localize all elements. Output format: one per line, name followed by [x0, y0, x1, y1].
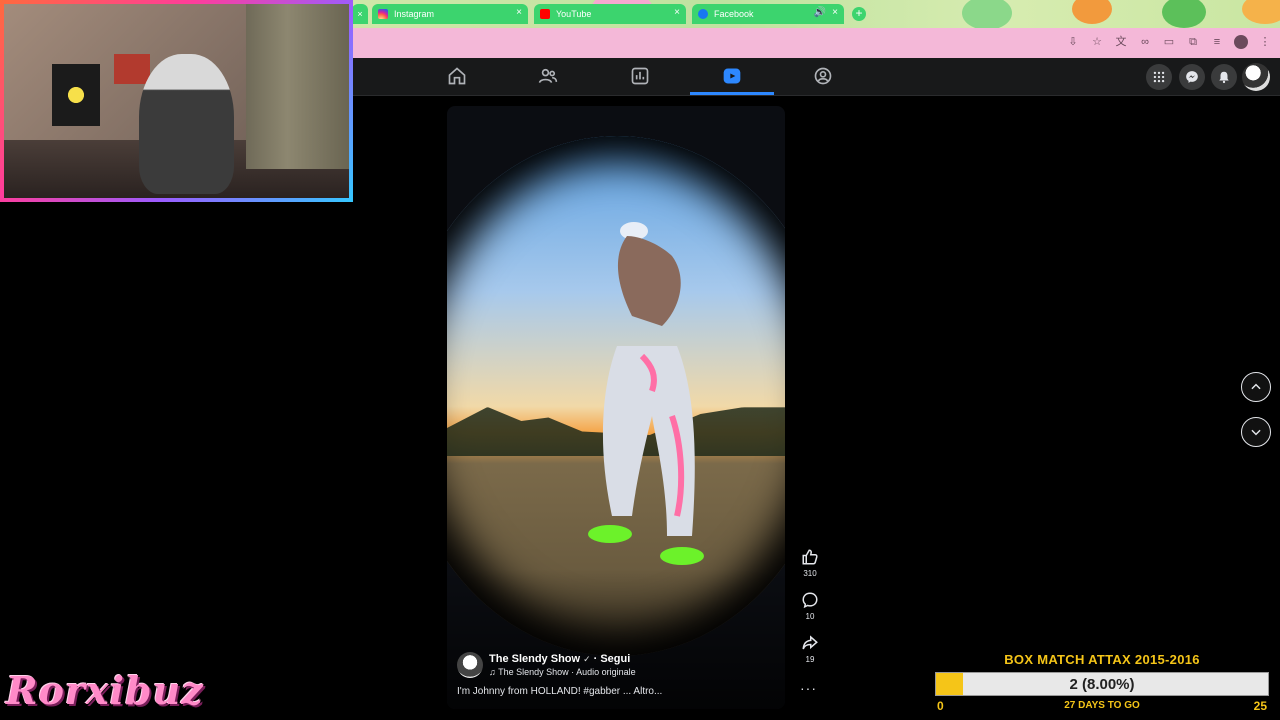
close-icon[interactable]: ×: [516, 7, 522, 18]
facebook-top-nav: [352, 58, 1280, 96]
tab-label: Instagram: [394, 9, 435, 19]
reel-author-row: The Slendy Show ✓ · Segui ♫ The Slendy S…: [457, 652, 775, 678]
messenger-icon[interactable]: [1179, 64, 1205, 90]
audio-playing-icon[interactable]: 🔊: [814, 7, 826, 18]
youtube-icon: [540, 9, 550, 19]
webcam-streamer: [139, 54, 234, 194]
next-reel-button[interactable]: [1241, 417, 1271, 447]
share-count: 19: [805, 655, 815, 664]
link-icon[interactable]: ∞: [1138, 35, 1152, 49]
audio-attribution[interactable]: ♫ The Slendy Show · Audio originale: [489, 667, 636, 677]
reel-caption[interactable]: I'm Johnny from HOLLAND! #gabber ... Alt…: [457, 686, 775, 697]
reel-author-line: The Slendy Show ✓ · Segui: [489, 653, 636, 665]
like-count: 310: [803, 569, 817, 578]
goal-widget: BOX MATCH ATTAX 2015-2016 2 (8.00%) 0 27…: [935, 652, 1269, 718]
reel-actions: 310 10 19: [798, 548, 822, 677]
address-bar[interactable]: ⇩ ☆ 文 ∞ ▭ ⧉ ≡ ⋮: [352, 28, 1280, 58]
reader-icon[interactable]: ▭: [1162, 35, 1176, 49]
goal-current-value: 2 (8.00%): [1069, 676, 1135, 693]
tab-strip-decoration: [962, 0, 1012, 28]
goal-footer: 0 27 DAYS TO GO 25: [935, 699, 1269, 713]
screen: × Instagram × YouTube × Facebook 🔊 × + ⇩…: [0, 0, 1280, 720]
install-icon[interactable]: ⇩: [1066, 35, 1080, 49]
profile-icon[interactable]: [1234, 35, 1248, 49]
webcam-video: [4, 4, 349, 198]
tab-youtube[interactable]: YouTube ×: [534, 4, 686, 24]
address-bar-actions: ⇩ ☆ 文 ∞ ▭ ⧉ ≡ ⋮: [1066, 35, 1272, 49]
webcam-overlay: [0, 0, 353, 202]
webcam-poster: [52, 64, 100, 126]
notifications-icon[interactable]: [1211, 64, 1237, 90]
tab-label: Facebook: [714, 9, 754, 19]
reel-meta: The Slendy Show ✓ · Segui ♫ The Slendy S…: [457, 652, 775, 697]
browser-tab-strip: × Instagram × YouTube × Facebook 🔊 × +: [352, 0, 1280, 28]
goal-days-left: 27 DAYS TO GO: [1064, 700, 1140, 711]
more-options-icon[interactable]: ···: [800, 680, 817, 696]
instagram-icon: [378, 9, 388, 19]
webcam-curtain: [245, 4, 349, 169]
tab-strip-decoration: [1162, 0, 1206, 28]
goal-title: BOX MATCH ATTAX 2015-2016: [1004, 652, 1200, 667]
goal-max: 25: [1253, 699, 1267, 713]
new-tab-button[interactable]: +: [852, 7, 866, 21]
settings-icon[interactable]: ≡: [1210, 35, 1224, 49]
chevron-down-icon: [1251, 429, 1261, 436]
dashboard-icon[interactable]: [630, 66, 650, 86]
verified-badge-icon: ✓: [583, 653, 591, 664]
reel-video[interactable]: The Slendy Show ✓ · Segui ♫ The Slendy S…: [447, 106, 785, 709]
tab-facebook[interactable]: Facebook 🔊 ×: [692, 4, 844, 24]
comment-icon: [802, 592, 818, 609]
close-icon: ×: [357, 9, 363, 19]
friends-icon[interactable]: [538, 66, 558, 86]
page-name[interactable]: The Slendy Show: [489, 653, 580, 665]
comment-count: 10: [805, 612, 815, 621]
translate-icon[interactable]: 文: [1114, 35, 1128, 49]
share-icon: [802, 635, 818, 650]
page-avatar[interactable]: [457, 652, 483, 678]
reels-icon[interactable]: [722, 66, 742, 86]
like-icon: [802, 549, 818, 565]
reel-author-info: The Slendy Show ✓ · Segui ♫ The Slendy S…: [489, 653, 636, 677]
groups-icon[interactable]: [813, 66, 833, 86]
streamer-name: Rorxibuz: [6, 668, 204, 713]
tab-label: YouTube: [556, 9, 592, 19]
comment-button[interactable]: 10: [798, 591, 822, 634]
like-button[interactable]: 310: [798, 548, 822, 591]
goal-progress-bar: 2 (8.00%): [935, 672, 1269, 696]
tab-close-partial[interactable]: ×: [352, 4, 368, 24]
home-icon[interactable]: [447, 66, 467, 86]
chevron-up-icon: [1251, 383, 1261, 390]
active-tab-indicator: [690, 92, 774, 95]
tab-strip-decoration: [1242, 0, 1280, 24]
bookmark-star-icon[interactable]: ☆: [1090, 35, 1104, 49]
previous-reel-button[interactable]: [1241, 372, 1271, 402]
share-button[interactable]: 19: [798, 634, 822, 677]
facebook-icon: [698, 9, 708, 19]
tab-strip-decoration: [1072, 0, 1112, 24]
menu-icon[interactable]: ⋮: [1258, 35, 1272, 49]
webcam-shelf: [114, 54, 150, 84]
extension-icon[interactable]: ⧉: [1186, 35, 1200, 49]
reel-dancer-figure: [588, 222, 704, 565]
close-icon[interactable]: ×: [674, 7, 680, 18]
close-icon[interactable]: ×: [832, 7, 838, 18]
apps-grid-icon[interactable]: [1146, 64, 1172, 90]
tab-instagram[interactable]: Instagram ×: [372, 4, 528, 24]
account-avatar[interactable]: [1242, 63, 1270, 91]
follow-button[interactable]: · Segui: [594, 653, 631, 665]
